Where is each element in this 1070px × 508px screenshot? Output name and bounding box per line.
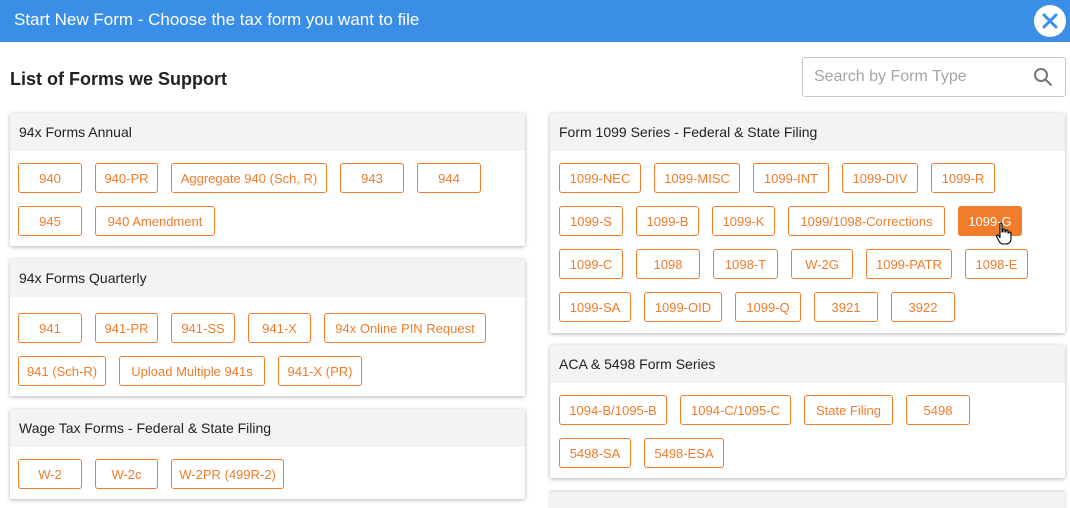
form-button-state-filing[interactable]: State Filing — [804, 395, 893, 425]
hand-cursor-icon — [995, 222, 1012, 245]
form-button-941-pr[interactable]: 941-PR — [95, 313, 158, 343]
form-button-94x-online-pin-request[interactable]: 94x Online PIN Request — [324, 313, 486, 343]
form-button-941-x-pr[interactable]: 941-X (PR) — [278, 356, 362, 386]
form-button-w-2[interactable]: W-2 — [18, 459, 82, 489]
form-button-3921[interactable]: 3921 — [814, 292, 878, 322]
form-button-1094-b-1095-b[interactable]: 1094-B/1095-B — [559, 395, 667, 425]
form-button-5498[interactable]: 5498 — [906, 395, 970, 425]
card-title: 94x Forms Quarterly — [10, 259, 525, 297]
form-button-941-sch-r[interactable]: 941 (Sch-R) — [18, 356, 106, 386]
card-wage-tax-forms: Wage Tax Forms - Federal & State Filing … — [10, 409, 525, 499]
form-button-upload-multiple-941s[interactable]: Upload Multiple 941s — [119, 356, 265, 386]
form-button-940[interactable]: 940 — [18, 163, 82, 193]
form-button-1094-c-1095-c[interactable]: 1094-C/1095-C — [680, 395, 791, 425]
form-button-w-2pr[interactable]: W-2PR (499R-2) — [171, 459, 284, 489]
form-button-1099-b[interactable]: 1099-B — [636, 206, 699, 236]
form-button-1099-misc[interactable]: 1099-MISC — [654, 163, 740, 193]
form-button-1098[interactable]: 1098 — [636, 249, 700, 279]
form-button-1099-r[interactable]: 1099-R — [931, 163, 995, 193]
modal-header: Start New Form - Choose the tax form you… — [0, 0, 1070, 42]
form-button-1099-patr[interactable]: 1099-PATR — [866, 249, 952, 279]
card-94x-annual: 94x Forms Annual 940 940-PR Aggregate 94… — [10, 113, 525, 246]
form-button-1098-e[interactable]: 1098-E — [965, 249, 1028, 279]
card-title: Wage Tax Forms - Federal & State Filing — [10, 409, 525, 447]
list-title: List of Forms we Support — [10, 69, 228, 89]
form-button-1099-c[interactable]: 1099-C — [559, 249, 623, 279]
close-icon — [1042, 13, 1058, 29]
form-button-1099-s[interactable]: 1099-S — [559, 206, 623, 236]
card-title: ACA & 5498 Form Series — [550, 345, 1065, 383]
search-box[interactable] — [802, 57, 1066, 97]
form-button-aggregate-940[interactable]: Aggregate 940 (Sch, R) — [171, 163, 327, 193]
form-button-1099-nec[interactable]: 1099-NEC — [559, 163, 641, 193]
form-button-940-pr[interactable]: 940-PR — [95, 163, 158, 193]
card-1099-series: Form 1099 Series - Federal & State Filin… — [550, 113, 1065, 333]
modal-title: Start New Form - Choose the tax form you… — [14, 10, 420, 29]
card-title: 94x Forms Annual — [10, 113, 525, 151]
close-button[interactable] — [1034, 5, 1066, 37]
next-card-partial — [550, 492, 1065, 508]
form-button-943[interactable]: 943 — [340, 163, 404, 193]
card-title: Form 1099 Series - Federal & State Filin… — [550, 113, 1065, 151]
form-button-5498-esa[interactable]: 5498-ESA — [644, 438, 724, 468]
form-button-w-2c[interactable]: W-2c — [95, 459, 158, 489]
form-button-1099-k[interactable]: 1099-K — [712, 206, 775, 236]
form-button-3922[interactable]: 3922 — [891, 292, 955, 322]
card-94x-quarterly: 94x Forms Quarterly 941 941-PR 941-SS 94… — [10, 259, 525, 396]
form-button-1098-t[interactable]: 1098-T — [713, 249, 778, 279]
form-button-1099-int[interactable]: 1099-INT — [753, 163, 829, 193]
search-icon[interactable] — [1033, 67, 1053, 92]
form-button-940-amendment[interactable]: 940 Amendment — [95, 206, 215, 236]
search-input[interactable] — [803, 58, 1023, 96]
form-button-1099-q[interactable]: 1099-Q — [735, 292, 801, 322]
form-button-1099-oid[interactable]: 1099-OID — [644, 292, 722, 322]
form-button-1099-div[interactable]: 1099-DIV — [842, 163, 918, 193]
form-button-941-x[interactable]: 941-X — [248, 313, 311, 343]
card-aca-5498-series: ACA & 5498 Form Series 1094-B/1095-B 109… — [550, 345, 1065, 478]
form-button-w-2g[interactable]: W-2G — [791, 249, 853, 279]
form-button-944[interactable]: 944 — [417, 163, 481, 193]
form-button-941[interactable]: 941 — [18, 313, 82, 343]
form-button-945[interactable]: 945 — [18, 206, 82, 236]
form-button-5498-sa[interactable]: 5498-SA — [559, 438, 631, 468]
form-button-1099-1098-corrections[interactable]: 1099/1098-Corrections — [788, 206, 945, 236]
form-button-1099-sa[interactable]: 1099-SA — [559, 292, 631, 322]
form-button-941-ss[interactable]: 941-SS — [171, 313, 235, 343]
